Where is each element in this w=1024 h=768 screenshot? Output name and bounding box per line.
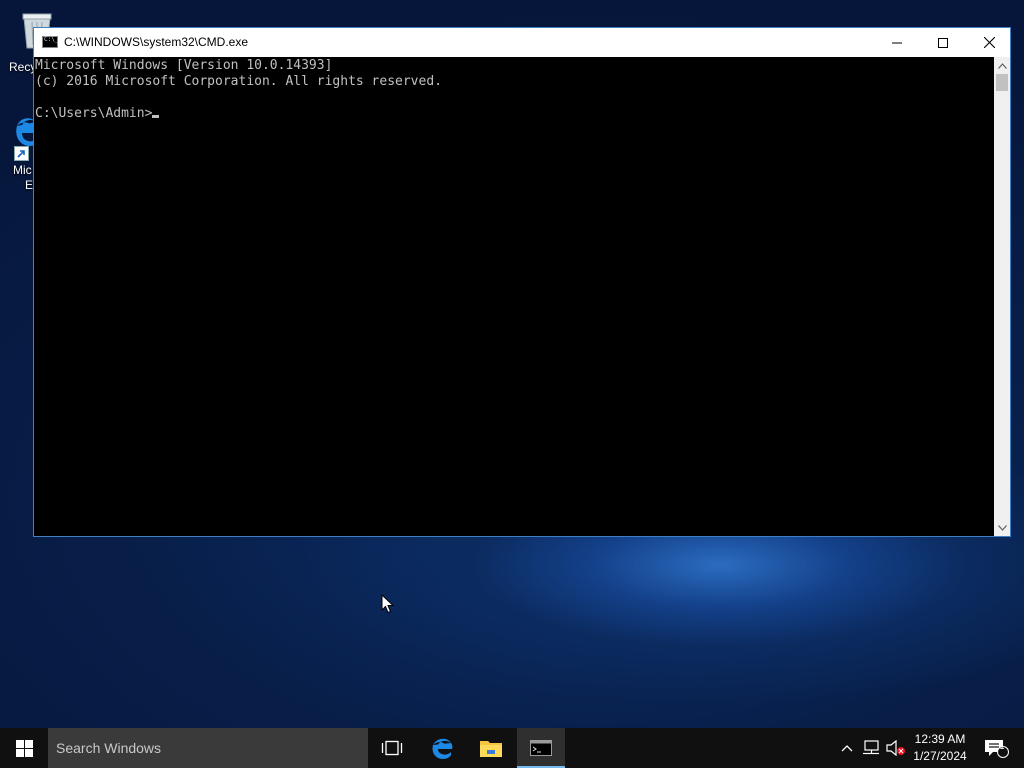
- console-line: (c) 2016 Microsoft Corporation. All righ…: [35, 74, 442, 89]
- clock-date: 1/27/2024: [913, 749, 967, 763]
- scroll-up-button[interactable]: [994, 57, 1010, 74]
- network-icon: [863, 740, 879, 755]
- window-title: C:\WINDOWS\system32\CMD.exe: [64, 35, 249, 49]
- desktop-icon-label: Mic: [13, 163, 32, 177]
- cmd-icon[interactable]: [42, 36, 58, 48]
- taskbar-clock[interactable]: 12:39 AM 1/27/2024: [908, 731, 972, 767]
- chevron-up-icon: [997, 62, 1007, 69]
- action-center-button[interactable]: 1: [976, 728, 1016, 768]
- maximize-button[interactable]: [920, 28, 966, 57]
- console-prompt: C:\Users\Admin>: [35, 106, 153, 121]
- search-placeholder: Search Windows: [56, 740, 162, 756]
- taskbar-cmd-button[interactable]: [517, 728, 565, 768]
- volume-muted-icon: [886, 740, 905, 756]
- windows-logo-icon: [15, 739, 33, 757]
- mouse-pointer-icon: [381, 594, 395, 614]
- window-titlebar[interactable]: C:\WINDOWS\system32\CMD.exe: [34, 28, 1010, 57]
- cmd-window[interactable]: C:\WINDOWS\system32\CMD.exe Microsoft Wi…: [33, 27, 1011, 537]
- shortcut-arrow-icon: [14, 146, 29, 161]
- taskbar-search-box[interactable]: Search Windows: [48, 728, 368, 768]
- console-line: Microsoft Windows [Version 10.0.14393]: [35, 58, 333, 73]
- start-button[interactable]: [0, 728, 48, 768]
- console-output[interactable]: Microsoft Windows [Version 10.0.14393] (…: [34, 57, 994, 536]
- desktop-icon-label: E: [25, 178, 34, 192]
- cmd-icon: [530, 740, 552, 756]
- volume-button[interactable]: [884, 728, 908, 768]
- network-button[interactable]: [860, 728, 882, 768]
- show-hidden-icons-button[interactable]: [836, 728, 858, 768]
- taskbar-file-explorer-button[interactable]: [467, 728, 515, 768]
- taskbar-edge-button[interactable]: [418, 728, 466, 768]
- vertical-scrollbar[interactable]: [994, 57, 1010, 536]
- notification-count-badge: 1: [999, 741, 1005, 751]
- console-prompt-line[interactable]: C:\Users\Admin>: [35, 106, 160, 122]
- clock-time: 12:39 AM: [914, 732, 966, 746]
- maximize-icon: [938, 37, 948, 48]
- task-view-button[interactable]: [368, 728, 416, 768]
- close-button[interactable]: [966, 28, 1012, 57]
- minimize-button[interactable]: [874, 28, 920, 57]
- text-cursor: [152, 115, 160, 118]
- scrollbar-thumb[interactable]: [996, 74, 1008, 91]
- scroll-down-button[interactable]: [994, 519, 1010, 536]
- close-icon: [983, 37, 995, 48]
- taskbar: Search Windows 12:39 AM 1/27/2024 1: [0, 728, 1024, 768]
- chevron-down-icon: [997, 524, 1007, 531]
- minimize-icon: [892, 42, 902, 43]
- file-explorer-icon: [480, 741, 502, 757]
- chevron-up-icon: [841, 745, 853, 752]
- edge-icon: [432, 738, 453, 759]
- task-view-icon: [381, 740, 403, 756]
